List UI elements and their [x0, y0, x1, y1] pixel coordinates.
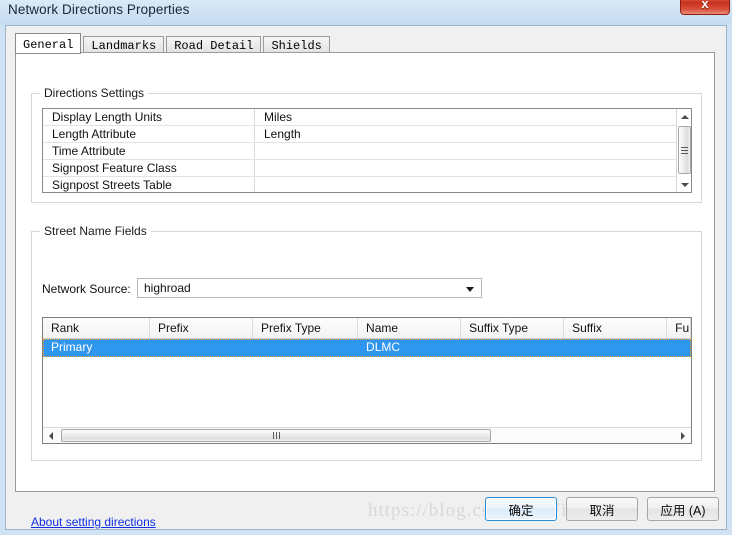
cell-prefix-type	[253, 339, 358, 357]
vertical-scrollbar-thumb[interactable]	[678, 126, 691, 174]
street-name-fields-group: Street Name Fields Network Source: highr…	[31, 224, 702, 461]
setting-key: Display Length Units	[43, 109, 255, 125]
cell-suffix-type	[461, 339, 564, 357]
tab-general[interactable]: General	[15, 33, 82, 54]
triangle-left-glyph	[49, 431, 53, 440]
triangle-down-glyph	[680, 182, 689, 187]
tab-shields[interactable]: Shields	[263, 36, 330, 53]
dialog-client-area: General Landmarks Road Detail Shields Di…	[5, 25, 727, 530]
cell-rank: Primary	[51, 340, 93, 354]
directions-settings-group-title: Directions Settings	[40, 86, 149, 100]
table-row[interactable]: Signpost Streets Table	[43, 177, 677, 192]
cell-prefix	[150, 339, 253, 357]
table-row[interactable]: Signpost Feature Class	[43, 160, 677, 177]
scroll-up-icon[interactable]	[677, 109, 691, 124]
listview-horizontal-scrollbar[interactable]	[43, 427, 691, 443]
cancel-button[interactable]: 取消	[566, 497, 638, 521]
cell-name: DLMC	[366, 340, 401, 354]
tab-bar: General Landmarks Road Detail Shields	[15, 32, 332, 54]
cell-suffix	[564, 339, 667, 357]
horizontal-scrollbar-thumb[interactable]	[61, 429, 491, 442]
setting-value: Miles	[264, 110, 293, 124]
column-header-suffix[interactable]: Suffix	[564, 318, 668, 338]
network-source-combobox[interactable]: highroad	[137, 278, 482, 298]
column-header-rank[interactable]: Rank	[43, 318, 150, 338]
close-icon[interactable]: x	[680, 0, 730, 15]
scroll-left-icon[interactable]	[43, 428, 59, 443]
grip-icon	[681, 145, 688, 156]
scroll-down-icon[interactable]	[677, 177, 691, 192]
column-header-prefix-type[interactable]: Prefix Type	[253, 318, 359, 338]
network-source-selected-value: highroad	[144, 281, 191, 295]
table-row[interactable]: Time Attribute	[43, 143, 677, 160]
chevron-down-icon[interactable]	[466, 287, 474, 292]
setting-value: Length	[264, 127, 301, 141]
setting-key: Signpost Streets Table	[43, 177, 255, 192]
street-name-fields-group-title: Street Name Fields	[40, 224, 151, 238]
dialog-title: Network Directions Properties	[8, 2, 190, 17]
close-icon-glyph: x	[701, 0, 709, 11]
setting-value	[255, 177, 677, 192]
directions-settings-grid-body: Display Length Units Miles Length Attrib…	[43, 109, 677, 192]
directions-settings-group: Directions Settings Display Length Units…	[31, 86, 702, 203]
triangle-right-glyph	[681, 431, 685, 440]
setting-key: Signpost Feature Class	[43, 160, 255, 176]
dialog-titlebar: Network Directions Properties x	[0, 0, 732, 25]
scroll-right-icon[interactable]	[675, 428, 691, 443]
tab-page-general: Directions Settings Display Length Units…	[15, 52, 715, 529]
street-name-fields-listview[interactable]: Rank Prefix Prefix Type Name Suffix Type…	[42, 317, 692, 444]
setting-key: Length Attribute	[43, 126, 255, 142]
column-header-name[interactable]: Name	[358, 318, 462, 338]
grip-icon	[272, 432, 281, 439]
setting-value	[255, 143, 677, 159]
column-header-suffix-type[interactable]: Suffix Type	[461, 318, 565, 338]
listview-header-row: Rank Prefix Prefix Type Name Suffix Type…	[43, 318, 691, 339]
screenshot-root: Network Directions Properties x General …	[0, 0, 732, 535]
table-row[interactable]: Length Attribute Length	[43, 126, 677, 143]
ok-button[interactable]: 确定	[485, 497, 557, 521]
setting-key: Time Attribute	[43, 143, 255, 159]
network-source-label: Network Source:	[42, 282, 131, 296]
apply-button[interactable]: 应用 (A)	[647, 497, 719, 521]
table-row[interactable]: Display Length Units Miles	[43, 109, 677, 126]
directions-settings-grid[interactable]: Display Length Units Miles Length Attrib…	[42, 108, 692, 193]
tab-landmarks[interactable]: Landmarks	[83, 36, 165, 53]
column-header-prefix[interactable]: Prefix	[150, 318, 254, 338]
network-directions-properties-dialog: Network Directions Properties x General …	[0, 0, 732, 535]
table-row[interactable]: Primary DLMC	[43, 339, 691, 357]
column-header-full[interactable]: Fu	[667, 318, 691, 338]
settings-grid-vertical-scrollbar[interactable]	[676, 109, 691, 192]
tab-road-detail[interactable]: Road Detail	[166, 36, 262, 53]
cell-full	[667, 339, 691, 357]
triangle-up-glyph	[680, 114, 689, 119]
about-setting-directions-link[interactable]: About setting directions	[31, 515, 156, 529]
setting-value	[255, 160, 677, 176]
